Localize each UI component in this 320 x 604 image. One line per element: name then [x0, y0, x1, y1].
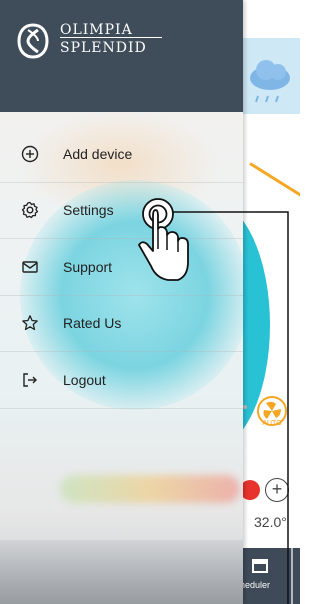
temperature-readout: 32.0° — [254, 514, 287, 530]
fan-auto-icon[interactable]: AUTO — [256, 395, 288, 427]
menu-item-label: Rated Us — [63, 315, 122, 332]
blur-shape — [0, 540, 243, 604]
star-icon — [21, 314, 39, 332]
drawer-menu: Add device Settings Support Rated Us Log… — [0, 126, 243, 409]
menu-item-label: Support — [63, 258, 113, 275]
brand-name-line-1: OLIMPIA — [60, 22, 133, 38]
fan-mode-label: AUTO — [262, 420, 282, 427]
blur-shape — [60, 475, 240, 503]
menu-item-support[interactable]: Support — [0, 239, 243, 296]
plus-circle-icon — [21, 145, 39, 163]
menu-item-rated-us[interactable]: Rated Us — [0, 296, 243, 352]
menu-item-add-device[interactable]: Add device — [0, 126, 243, 183]
temperature-curve — [249, 162, 300, 202]
gear-icon — [21, 201, 39, 219]
mode-indicator — [240, 480, 260, 500]
navigation-drawer: OLIMPIA SPLENDID Add device Settings Sup… — [0, 0, 243, 604]
brand-name-line-2: SPLENDID — [60, 40, 147, 56]
tap-gesture-hand-icon — [138, 198, 189, 281]
menu-item-settings[interactable]: Settings — [0, 183, 243, 239]
page-dot — [243, 405, 247, 409]
calendar-icon[interactable] — [252, 557, 268, 573]
brand-divider — [60, 37, 162, 38]
menu-item-label: Settings — [63, 202, 114, 219]
menu-item-label: Logout — [63, 371, 106, 388]
drawer-header: OLIMPIA SPLENDID — [0, 0, 243, 112]
increase-button[interactable]: + — [265, 478, 289, 502]
olimpia-splendid-logo-icon — [17, 23, 49, 59]
logout-icon — [21, 371, 39, 389]
tab-scheduler-label[interactable]: heduler — [240, 580, 270, 590]
rain-cloud-icon — [250, 60, 290, 103]
mail-icon — [21, 258, 39, 276]
menu-item-label: Add device — [63, 145, 133, 162]
menu-item-logout[interactable]: Logout — [0, 352, 243, 409]
